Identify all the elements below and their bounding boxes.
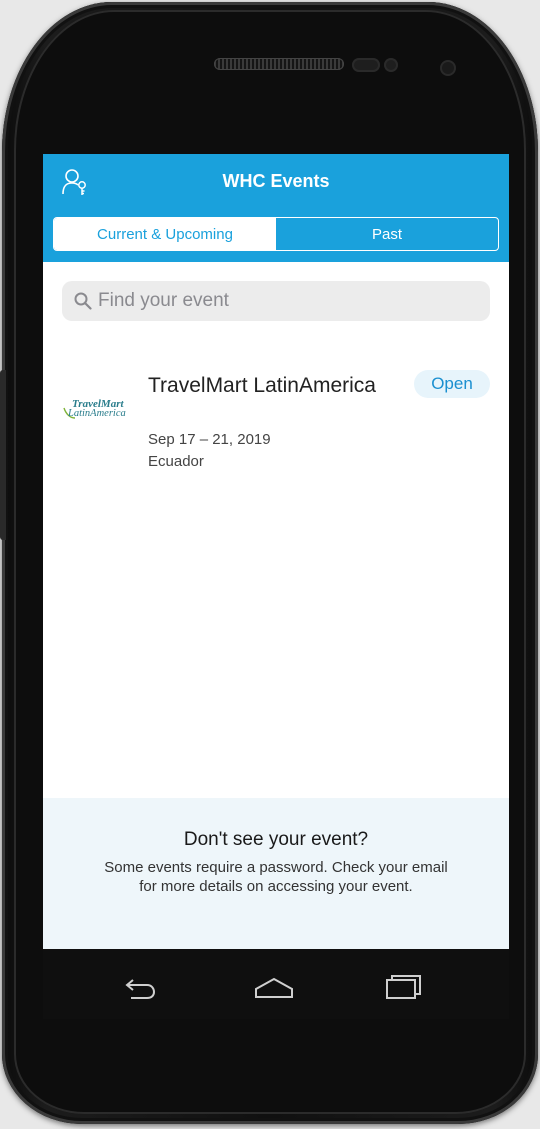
- android-nav-bar: [43, 949, 509, 1019]
- event-logo: TravelMart LatinAmerica: [62, 398, 142, 424]
- event-list-item[interactable]: TravelMart LatinAmerica TravelMart Latin…: [43, 364, 509, 484]
- light-sensor: [384, 58, 398, 72]
- recents-icon[interactable]: [382, 967, 426, 1001]
- event-logo-line2: LatinAmerica: [68, 408, 126, 419]
- home-icon[interactable]: [252, 967, 296, 1001]
- search-bar[interactable]: [62, 281, 490, 321]
- search-icon: [74, 292, 92, 310]
- help-text: Some events require a password. Check yo…: [104, 859, 448, 895]
- help-panel: Don't see your event? Some events requir…: [43, 798, 509, 949]
- app-screen: WHC Events Current & Upcoming Past Trave…: [43, 154, 509, 949]
- app-header: WHC Events Current & Upcoming Past: [43, 154, 509, 262]
- app-title: WHC Events: [222, 171, 330, 191]
- search-input[interactable]: [98, 290, 458, 312]
- tab-past[interactable]: Past: [276, 218, 498, 250]
- back-icon[interactable]: [119, 967, 163, 1001]
- earpiece-speaker: [214, 58, 344, 70]
- help-title: Don't see your event?: [183, 829, 369, 850]
- open-event-button[interactable]: Open: [414, 370, 490, 398]
- front-camera: [440, 60, 456, 76]
- side-volume-button: [0, 370, 6, 540]
- event-name: TravelMart LatinAmerica: [148, 374, 376, 397]
- proximity-sensor: [352, 58, 380, 72]
- event-tabs: Current & Upcoming Past: [53, 217, 499, 251]
- event-dates: Sep 17 – 21, 2019: [148, 431, 271, 448]
- tab-current-upcoming[interactable]: Current & Upcoming: [54, 218, 276, 250]
- event-location: Ecuador: [148, 453, 204, 470]
